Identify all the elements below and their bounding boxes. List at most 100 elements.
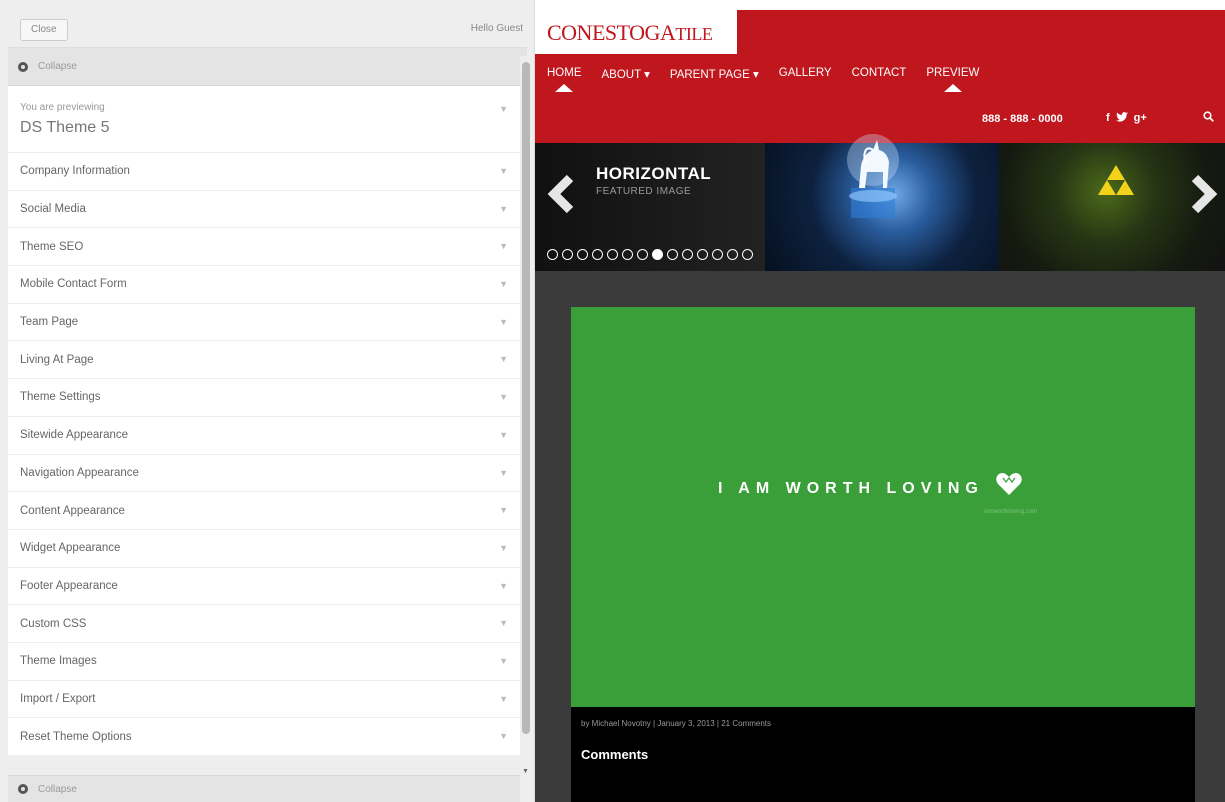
customizer-section[interactable]: Theme Settings ▼ (8, 379, 520, 417)
chevron-down-icon: ▼ (499, 618, 508, 629)
nav-item[interactable]: GALLERY (779, 67, 832, 81)
customizer-section[interactable]: Sitewide Appearance ▼ (8, 416, 520, 455)
phone-number[interactable]: 888 - 888 - 0000 (982, 113, 1063, 125)
slider-dot[interactable] (727, 249, 738, 260)
customizer-section[interactable]: Social Media ▼ (8, 190, 520, 229)
section-label: Sitewide Appearance (20, 429, 129, 442)
section-label: Import / Export (20, 692, 96, 705)
customizer-section[interactable]: Living At Page ▼ (8, 341, 520, 380)
nav-item[interactable]: ABOUT ▾ (602, 67, 650, 81)
customizer-section[interactable]: Theme SEO ▼ (8, 228, 520, 267)
slider-dot[interactable] (607, 249, 618, 260)
active-indicator-icon (943, 84, 962, 92)
heart-icon (996, 473, 1022, 495)
section-label: Theme Settings (20, 391, 101, 404)
nav-item[interactable]: HOME (547, 67, 582, 92)
collapse-button-top[interactable]: Collapse (8, 48, 527, 86)
section-label: Living At Page (20, 353, 94, 366)
customizer-section[interactable]: Custom CSS ▼ (8, 605, 520, 643)
chevron-down-icon: ▼ (499, 731, 508, 742)
slider-dot[interactable] (742, 249, 753, 260)
section-label: Theme Images (20, 655, 97, 668)
slider-dot[interactable] (577, 249, 588, 260)
scroll-down-arrow-icon[interactable]: ▼ (522, 768, 529, 775)
customizer-section[interactable]: Widget Appearance ▼ (8, 529, 520, 568)
customizer-sidebar: Close Hello Guest Collapse You are previ… (0, 0, 535, 802)
chevron-down-icon: ▼ (499, 104, 508, 114)
social-links: f g+ (1106, 112, 1147, 125)
theme-info-section[interactable]: You are previewing DS Theme 5 ▼ (8, 86, 520, 153)
scrollbar-thumb[interactable] (522, 62, 530, 734)
facebook-icon[interactable]: f (1106, 112, 1110, 125)
slider-pagination (547, 249, 753, 260)
customizer-section[interactable]: Team Page ▼ (8, 303, 520, 342)
slider-next-arrow-icon[interactable] (1187, 174, 1219, 214)
customizer-section[interactable]: Mobile Contact Form ▼ (8, 266, 520, 304)
preview-top-strip (535, 0, 1225, 10)
section-label: Theme SEO (20, 240, 84, 253)
slider-dot[interactable] (622, 249, 633, 260)
site-preview: CONESTOGATILE HOME ABOUT ▾ PARENT PAGE ▾ GA… (535, 0, 1225, 802)
post-image-headline: I AM WORTH LOVING (718, 480, 984, 497)
nav-item-label: HOME (547, 67, 582, 79)
section-label: Mobile Contact Form (20, 278, 127, 291)
chevron-down-icon: ▼ (499, 542, 508, 553)
nav-item-label: CONTACT (851, 67, 907, 79)
site-logo[interactable]: CONESTOGATILE (535, 10, 737, 54)
slider-dot[interactable] (682, 249, 693, 260)
nav-item[interactable]: PARENT PAGE ▾ (670, 67, 759, 81)
sections-panel: You are previewing DS Theme 5 ▼ Company … (8, 86, 520, 756)
slider-dot[interactable] (652, 249, 663, 260)
nav-item-label: PREVIEW (926, 67, 980, 79)
active-indicator-icon (555, 84, 574, 92)
collapse-button-bottom[interactable]: Collapse (8, 775, 520, 802)
customizer-section[interactable]: Navigation Appearance ▼ (8, 454, 520, 493)
chevron-down-icon: ▼ (499, 429, 508, 440)
slider-dot[interactable] (592, 249, 603, 260)
slide-subtitle: FEATURED IMAGE (596, 186, 692, 197)
previewing-label: You are previewing (20, 102, 105, 113)
customizer-section[interactable]: Footer Appearance ▼ (8, 567, 520, 606)
post-meta: by Michael Novotny | January 3, 2013 | 2… (581, 719, 772, 728)
chevron-down-icon: ▼ (499, 316, 508, 327)
slider-dot[interactable] (547, 249, 558, 260)
post-featured-image[interactable]: I AM WORTH LOVING iamworthloving.com (571, 307, 1195, 707)
google-plus-icon[interactable]: g+ (1134, 112, 1147, 125)
search-icon[interactable] (1203, 111, 1214, 122)
close-button[interactable]: Close (20, 19, 68, 41)
section-label: Content Appearance (20, 504, 125, 517)
customizer-section[interactable]: Company Information ▼ (8, 153, 520, 191)
customizer-section[interactable]: Content Appearance ▼ (8, 492, 520, 530)
section-label: Reset Theme Options (20, 730, 132, 743)
slider-dot[interactable] (562, 249, 573, 260)
twitter-icon[interactable] (1115, 112, 1128, 125)
customizer-section[interactable]: Theme Images ▼ (8, 642, 520, 681)
sections-list: Company Information ▼ Social Media ▼ Theme S… (8, 153, 520, 756)
sidebar-header: Close Hello Guest (8, 8, 527, 48)
nav-item-label: GALLERY (778, 67, 832, 79)
comments-heading: Comments (581, 747, 649, 762)
slide-title: HORIZONTAL (596, 164, 712, 183)
slider-dot[interactable] (712, 249, 723, 260)
nav-item[interactable]: PREVIEW (926, 67, 980, 92)
customizer-section[interactable]: Reset Theme Options ▼ (8, 718, 520, 756)
section-label: Widget Appearance (20, 542, 121, 555)
nav-item-label: ABOUT ▾ (601, 69, 650, 81)
unicorn-image (847, 134, 899, 218)
chevron-down-icon: ▼ (499, 203, 508, 214)
slider-dot[interactable] (667, 249, 678, 260)
chevron-down-icon: ▼ (499, 166, 508, 176)
slider-dot[interactable] (637, 249, 648, 260)
slider-dot[interactable] (697, 249, 708, 260)
section-label: Navigation Appearance (20, 466, 139, 479)
section-label: Company Information (20, 165, 130, 178)
section-label: Team Page (20, 316, 79, 329)
nav-item[interactable]: CONTACT (852, 67, 907, 81)
sidebar-scrollbar[interactable]: ▼ (520, 56, 532, 786)
slider-prev-arrow-icon[interactable] (546, 174, 578, 214)
chevron-down-icon: ▼ (499, 655, 508, 666)
customizer-section[interactable]: Import / Export ▼ (8, 680, 520, 719)
collapse-label: Collapse (38, 61, 77, 72)
chevron-down-icon: ▼ (499, 693, 508, 704)
collapse-label: Collapse (38, 783, 77, 795)
